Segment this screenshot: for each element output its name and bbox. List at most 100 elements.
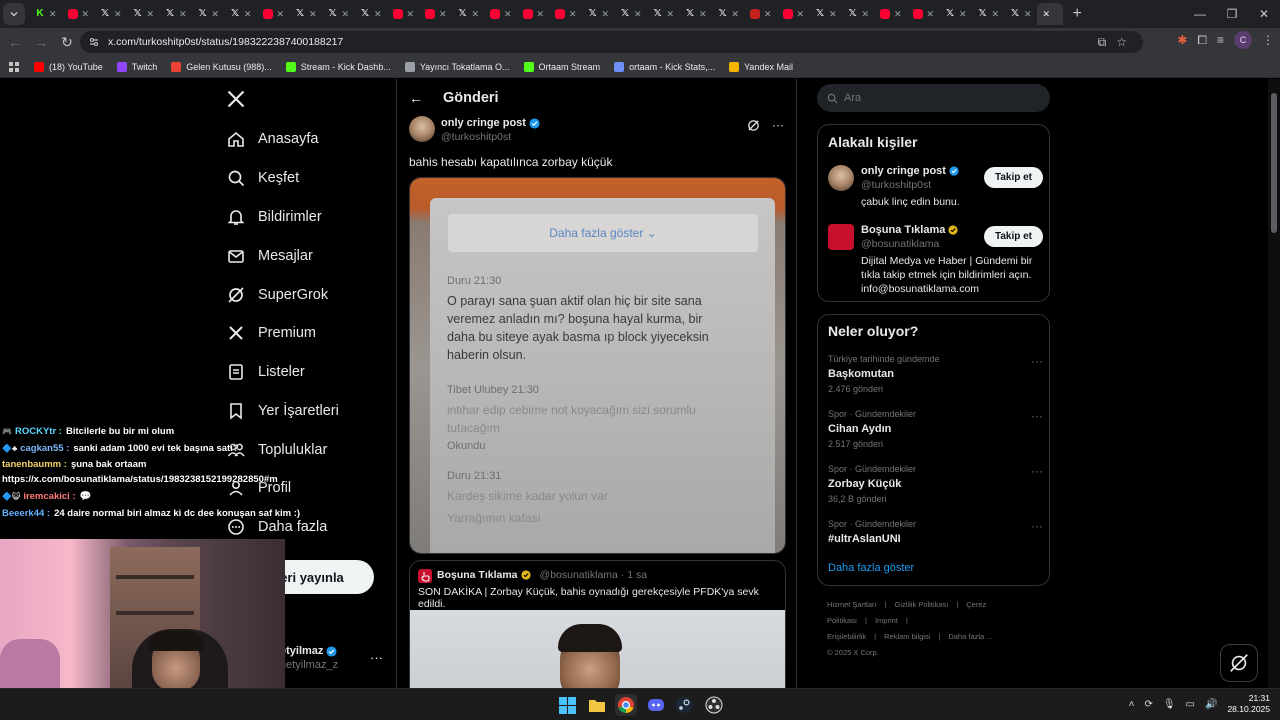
quote-author-name[interactable]: Boşuna Tıklama xyxy=(437,569,518,581)
browser-tab[interactable]: ✕ xyxy=(484,3,517,25)
close-tab-icon[interactable]: ✕ xyxy=(927,9,935,20)
footer-link[interactable]: Reklam bilgisi xyxy=(884,632,930,641)
close-tab-icon[interactable]: ✕ xyxy=(82,9,90,20)
post-media-image[interactable]: Daha fazla göster ⌄ Duru 21:30 O parayı s… xyxy=(409,177,786,554)
forward-button[interactable]: → xyxy=(30,31,52,53)
browser-tab[interactable]: ✕ xyxy=(549,3,582,25)
bookmark-item[interactable]: Yayıncı Tokatlama O... xyxy=(404,61,510,72)
quote-image[interactable] xyxy=(410,610,785,688)
scrollbar-thumb[interactable] xyxy=(1271,93,1277,233)
browser-tab[interactable]: 𝕏 ✕ xyxy=(614,3,647,25)
browser-tab[interactable]: 𝕏 ✕ xyxy=(679,3,712,25)
browser-tab[interactable]: 𝕏 ✕ xyxy=(192,3,225,25)
extensions-puzzle-icon[interactable]: ⧠ xyxy=(1197,33,1207,48)
trend-more-icon[interactable]: ··· xyxy=(1031,409,1043,423)
close-tab-icon[interactable]: ✕ xyxy=(439,9,447,20)
tray-sync-icon[interactable]: ⟳ xyxy=(1144,699,1152,710)
browser-tab[interactable]: ✕ xyxy=(744,3,777,25)
obs-icon[interactable] xyxy=(703,694,725,716)
steam-icon[interactable] xyxy=(673,694,695,716)
trend-more-icon[interactable]: ··· xyxy=(1031,464,1043,478)
nav-item-bookmark[interactable]: Yer İşaretleri xyxy=(226,396,339,426)
trends-show-more-link[interactable]: Daha fazla göster xyxy=(828,562,914,574)
bookmark-item[interactable]: (18) YouTube xyxy=(34,61,103,72)
discord-icon[interactable] xyxy=(645,694,667,716)
trend-item[interactable]: Türkiye tarihinde gündemde Başkomutan 2.47… xyxy=(828,354,1043,394)
close-tab-icon[interactable]: ✕ xyxy=(862,9,870,20)
browser-tab[interactable]: 𝕏 ✕ xyxy=(972,3,1005,25)
close-tab-icon[interactable]: ✕ xyxy=(342,9,350,20)
close-tab-icon[interactable]: ✕ xyxy=(504,9,512,20)
reload-button[interactable]: ↻ xyxy=(56,31,78,53)
post-author[interactable]: only cringe post xyxy=(441,117,540,129)
display-icon[interactable]: ▭ xyxy=(1186,699,1195,710)
close-tab-icon[interactable]: ✕ xyxy=(407,9,415,20)
close-tab-icon[interactable]: ✕ xyxy=(472,9,480,20)
maximize-icon[interactable]: ❐ xyxy=(1216,0,1248,28)
browser-tab[interactable]: 𝕏 ✕ xyxy=(842,3,875,25)
url-text[interactable]: x.com/turkoshitp0st/status/1983222387400… xyxy=(108,36,343,48)
close-tab-icon[interactable]: ✕ xyxy=(829,9,837,20)
nav-item-home[interactable]: Anasayfa xyxy=(226,124,318,154)
close-tab-icon[interactable]: ✕ xyxy=(667,9,675,20)
trend-item[interactable]: Spor · Gündemdekiler #ultrAslanUNI ··· xyxy=(828,519,1043,545)
post-author-handle[interactable]: @turkoshitp0st xyxy=(441,131,511,143)
close-tab-icon[interactable]: ✕ xyxy=(212,9,220,20)
footer-link[interactable]: Daha fazla ... xyxy=(948,632,992,641)
browser-tab[interactable]: ✕ xyxy=(257,3,290,25)
trend-more-icon[interactable]: ··· xyxy=(1031,354,1043,368)
install-app-icon[interactable]: ⧉ xyxy=(1098,35,1107,50)
close-tab-icon[interactable]: ✕ xyxy=(244,9,252,20)
browser-tab[interactable]: 𝕏 ✕ xyxy=(939,3,972,25)
browser-tab[interactable]: 𝕏 ✕ xyxy=(354,3,387,25)
nav-item-mail[interactable]: Mesajlar xyxy=(226,241,313,271)
browser-tab[interactable]: ✕ xyxy=(387,3,420,25)
quote-author[interactable]: Boşuna Tıklama @bosunatiklama · 1 sa xyxy=(437,569,647,581)
close-tab-icon[interactable]: ✕ xyxy=(699,9,707,20)
nav-item-x-logo[interactable]: Premium xyxy=(226,318,316,348)
browser-tab[interactable]: ✕ xyxy=(907,3,940,25)
browser-tab[interactable]: 𝕏 ✕ xyxy=(94,3,127,25)
bookmark-item[interactable]: Ortaam Stream xyxy=(523,61,600,72)
close-tab-icon[interactable]: ✕ xyxy=(992,9,1000,20)
browser-tab[interactable]: 𝕏 ✕ xyxy=(1004,3,1037,25)
browser-tab[interactable]: ✕ xyxy=(517,3,550,25)
bookmark-item[interactable]: Twitch xyxy=(116,61,157,72)
quote-author-avatar[interactable] xyxy=(418,569,432,583)
new-tab-button[interactable]: + xyxy=(1073,5,1082,23)
nav-item-search[interactable]: Keşfet xyxy=(226,163,299,193)
browser-tab[interactable]: 𝕏 ✕ xyxy=(809,3,842,25)
page-scrollbar[interactable] xyxy=(1268,79,1280,688)
search-placeholder[interactable]: Ara xyxy=(844,92,861,104)
close-tab-icon[interactable]: ✕ xyxy=(147,9,155,20)
close-tab-icon[interactable]: ✕ xyxy=(569,9,577,20)
footer-link[interactable]: Erişilebilirlik xyxy=(827,632,866,641)
footer-link[interactable]: Gizlilik Politikası xyxy=(895,600,949,609)
bookmark-star-icon[interactable]: ☆ xyxy=(1116,35,1127,50)
grok-floating-button[interactable] xyxy=(1220,644,1258,682)
bookmark-item[interactable]: Yandex Mail xyxy=(729,61,793,72)
close-tab-icon[interactable]: ✕ xyxy=(277,9,285,20)
grok-icon[interactable] xyxy=(747,119,760,132)
close-icon[interactable]: ✕ xyxy=(1248,0,1280,28)
browser-tab[interactable]: ✕ xyxy=(874,3,907,25)
apps-grid-icon[interactable] xyxy=(8,61,20,73)
browser-tab[interactable]: 𝕏 ✕ xyxy=(452,3,485,25)
nav-item-grok[interactable]: SuperGrok xyxy=(226,280,328,310)
close-tab-icon[interactable]: ✕ xyxy=(634,9,642,20)
follow-button[interactable]: Takip et xyxy=(984,226,1043,247)
browser-tab[interactable]: ✕ xyxy=(777,3,810,25)
bookmark-item[interactable]: Stream - Kick Dashb... xyxy=(285,61,391,72)
chrome-icon[interactable] xyxy=(615,694,637,716)
speaker-icon[interactable]: 🔊 xyxy=(1205,699,1217,710)
bookmark-item[interactable]: ortaam - Kick Stats,... xyxy=(614,61,715,72)
footer-link[interactable]: © 2025 X Corp. xyxy=(827,648,879,657)
media-control-icon[interactable]: ≡ xyxy=(1217,33,1224,47)
browser-tab[interactable]: ✕ xyxy=(419,3,452,25)
browser-tab[interactable]: 𝕏 ✕ xyxy=(582,3,615,25)
follow-button[interactable]: Takip et xyxy=(984,167,1043,188)
more-options-icon[interactable]: ··· xyxy=(772,118,784,132)
post-author-avatar[interactable] xyxy=(409,116,435,142)
relevant-person-avatar[interactable] xyxy=(828,224,854,250)
footer-link[interactable]: Hizmet Şartları xyxy=(827,600,877,609)
